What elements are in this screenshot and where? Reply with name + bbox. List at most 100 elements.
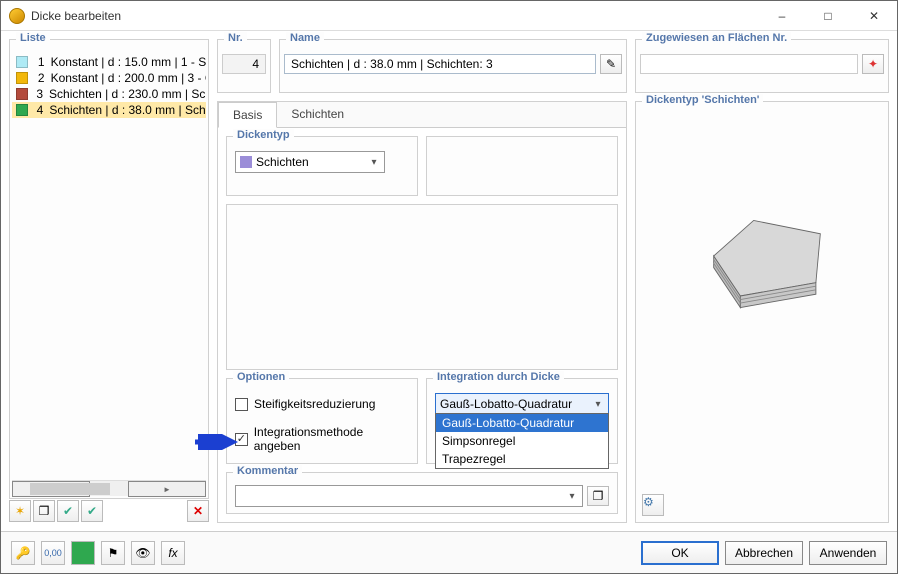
maximize-button[interactable]: □ xyxy=(805,1,851,31)
pick-surface-button[interactable]: ✦ xyxy=(862,54,884,74)
check-button-2[interactable]: ✔ xyxy=(81,500,103,522)
cancel-button[interactable]: Abbrechen xyxy=(725,541,803,565)
cursor-icon: ✦ xyxy=(868,57,878,71)
list-item-num: 1 xyxy=(34,55,45,69)
list-item-label: Konstant | d : 15.0 mm | 1 - S235 xyxy=(51,55,206,69)
liste-panel: Liste 1 Konstant | d : 15.0 mm | 1 - S23… xyxy=(9,39,209,499)
decimals-icon: 0,00 xyxy=(44,548,62,558)
tool-button-3[interactable]: fx xyxy=(161,541,185,565)
x-icon: ✕ xyxy=(193,504,203,518)
tab-schichten[interactable]: Schichten xyxy=(277,102,359,128)
preview-title: Dickentyp 'Schichten' xyxy=(642,94,763,106)
window-title: Dicke bearbeiten xyxy=(31,9,759,23)
assigned-input[interactable] xyxy=(640,54,858,74)
optionen-panel: Optionen Steifigkeitsreduzierung Integra… xyxy=(226,378,418,464)
dickentyp-panel: Dickentyp Schichten ▾ xyxy=(226,136,418,196)
dickentyp-dropdown[interactable]: Schichten ▾ xyxy=(235,151,385,173)
kommentar-dropdown[interactable]: ▾ xyxy=(235,485,583,507)
minimize-button[interactable]: – xyxy=(759,1,805,31)
preview-canvas[interactable] xyxy=(642,116,882,494)
kommentar-title: Kommentar xyxy=(233,465,302,477)
kommentar-lib-button[interactable]: ❐ xyxy=(587,486,609,506)
integration-checkbox[interactable] xyxy=(235,433,248,446)
dropdown-option[interactable]: Simpsonregel xyxy=(436,432,608,450)
decimals-button[interactable]: 0,00 xyxy=(41,541,65,565)
gear-icon: ⚙ xyxy=(643,495,654,509)
integration-label: Integrationsmethode angeben xyxy=(254,425,409,453)
preview-toolbar: ⚙ xyxy=(642,494,882,516)
list-item-label: Schichten | d : 230.0 mm | Schichten: 5 xyxy=(49,87,206,101)
liste-title: Liste xyxy=(16,32,50,44)
flag-icon: ⚑ xyxy=(108,546,119,560)
close-button[interactable]: ✕ xyxy=(851,1,897,31)
chevron-down-icon: ▾ xyxy=(590,399,606,410)
color-swatch xyxy=(16,56,28,68)
name-panel: Name ✎ xyxy=(279,39,627,93)
list-item-num: 4 xyxy=(34,103,43,117)
preview-options-button[interactable]: ⚙ xyxy=(642,494,664,516)
dropdown-option[interactable]: Trapezregel xyxy=(436,450,608,468)
stiffness-label: Steifigkeitsreduzierung xyxy=(254,397,375,411)
name-input[interactable] xyxy=(284,54,596,74)
layers-3d-icon xyxy=(677,176,857,336)
assigned-title: Zugewiesen an Flächen Nr. xyxy=(642,32,791,44)
check-icon: ✔ xyxy=(63,504,73,518)
nr-title: Nr. xyxy=(224,32,247,44)
color-swatch xyxy=(16,88,28,100)
star-icon: ✶ xyxy=(15,504,25,518)
tab-basis[interactable]: Basis xyxy=(218,102,277,128)
eye-icon: 👁 xyxy=(135,546,150,560)
tool-button-1[interactable]: ⚑ xyxy=(101,541,125,565)
integration-checkbox-row[interactable]: Integrationsmethode angeben xyxy=(235,425,409,453)
nr-panel: Nr. xyxy=(217,39,271,93)
main-tabs-panel: Basis Schichten Dickentyp Schichten ▾ xyxy=(217,101,627,523)
library-icon: ❐ xyxy=(593,489,604,503)
preview-panel: Dickentyp 'Schichten' ⚙ xyxy=(635,101,889,523)
layer-icon xyxy=(240,156,252,168)
check-icon: ✔ xyxy=(87,504,97,518)
list-item-label: Konstant | d : 200.0 mm | 3 - C30 xyxy=(51,71,206,85)
list-item[interactable]: 4 Schichten | d : 38.0 mm | Schichten: 3 xyxy=(12,102,206,118)
liste[interactable]: 1 Konstant | d : 15.0 mm | 1 - S235 2 Ko… xyxy=(12,54,206,476)
dickentyp-title: Dickentyp xyxy=(233,129,294,141)
dropdown-option[interactable]: Gauß-Lobatto-Quadratur xyxy=(436,414,608,432)
nr-input[interactable] xyxy=(222,54,266,74)
scroll-right-button[interactable]: ► xyxy=(128,481,206,497)
list-item-num: 3 xyxy=(34,87,43,101)
optionen-title: Optionen xyxy=(233,371,289,383)
integration-dropdown-list[interactable]: Gauß-Lobatto-Quadratur Simpsonregel Trap… xyxy=(435,413,609,469)
pencil-icon: ✎ xyxy=(606,57,616,71)
apply-button[interactable]: Anwenden xyxy=(809,541,887,565)
blank-panel-1 xyxy=(426,136,618,196)
copy-button[interactable]: ❐ xyxy=(33,500,55,522)
liste-toolbar: ✶ ❐ ✔ ✔ ✕ xyxy=(9,499,209,523)
color-swatch xyxy=(16,72,28,84)
list-item[interactable]: 3 Schichten | d : 230.0 mm | Schichten: … xyxy=(12,86,206,102)
titlebar: Dicke bearbeiten – □ ✕ xyxy=(1,1,897,31)
check-button-1[interactable]: ✔ xyxy=(57,500,79,522)
list-item-label: Schichten | d : 38.0 mm | Schichten: 3 xyxy=(49,103,206,117)
tab-bar: Basis Schichten xyxy=(218,102,626,128)
list-item[interactable]: 1 Konstant | d : 15.0 mm | 1 - S235 xyxy=(12,54,206,70)
ok-button[interactable]: OK xyxy=(641,541,719,565)
color-button[interactable] xyxy=(71,541,95,565)
fx-icon: fx xyxy=(168,546,177,560)
wrench-icon: 🔑 xyxy=(16,546,31,560)
scroll-thumb[interactable] xyxy=(30,483,110,495)
edit-name-button[interactable]: ✎ xyxy=(600,54,622,74)
color-swatch xyxy=(16,104,28,116)
name-title: Name xyxy=(286,32,324,44)
integration-dropdown[interactable]: Gauß-Lobatto-Quadratur ▾ xyxy=(435,393,609,415)
units-button[interactable]: 🔑 xyxy=(11,541,35,565)
list-hscrollbar[interactable]: ◄ ► xyxy=(12,480,206,496)
list-item[interactable]: 2 Konstant | d : 200.0 mm | 3 - C30 xyxy=(12,70,206,86)
tool-button-2[interactable]: 👁 xyxy=(131,541,155,565)
stiffness-checkbox[interactable] xyxy=(235,398,248,411)
assigned-panel: Zugewiesen an Flächen Nr. ✦ xyxy=(635,39,889,93)
chevron-down-icon: ▾ xyxy=(366,157,382,168)
chevron-down-icon: ▾ xyxy=(564,491,580,502)
integration-panel: Integration durch Dicke Gauß-Lobatto-Qua… xyxy=(426,378,618,464)
new-button[interactable]: ✶ xyxy=(9,500,31,522)
stiffness-checkbox-row[interactable]: Steifigkeitsreduzierung xyxy=(235,397,409,411)
delete-button[interactable]: ✕ xyxy=(187,500,209,522)
